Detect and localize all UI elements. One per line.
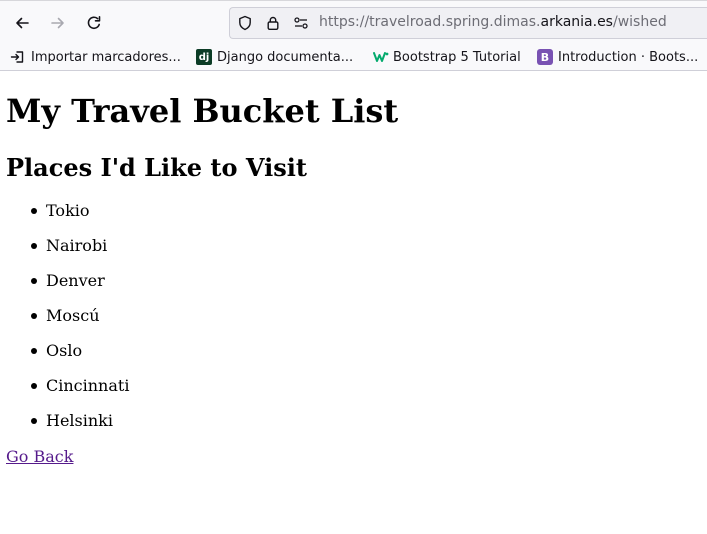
list-item: Moscú — [0, 304, 129, 339]
list-item: Denver — [0, 269, 129, 304]
place-name: Tokio — [46, 201, 90, 220]
bootstrap-icon: B — [537, 49, 553, 65]
list-item: Nairobi — [0, 234, 129, 269]
w3schools-icon — [373, 49, 389, 65]
bookmark-import[interactable]: Importar marcadores... — [10, 47, 181, 67]
bullet — [31, 278, 37, 284]
url-text[interactable]: https://travelroad.spring.dimas.arkania.… — [319, 14, 667, 30]
url-domain: arkania.es — [540, 14, 613, 30]
reload-icon — [87, 16, 101, 30]
import-bookmarks-icon — [10, 49, 26, 65]
lock-icon[interactable] — [265, 15, 281, 31]
reload-button[interactable] — [80, 9, 108, 37]
bookmark-label: Importar marcadores... — [31, 49, 181, 65]
forward-button[interactable] — [44, 9, 72, 37]
place-name: Denver — [46, 271, 105, 290]
place-name: Cincinnati — [46, 376, 130, 395]
list-item: Tokio — [0, 199, 129, 234]
list-item: Cincinnati — [0, 374, 129, 409]
place-name: Helsinki — [46, 411, 113, 430]
page-content: My Travel Bucket List Places I'd Like to… — [0, 71, 707, 534]
bookmark-label: Django documenta... — [217, 49, 354, 65]
bookmarks-toolbar: Importar marcadores... dj Django documen… — [0, 44, 707, 71]
bookmark-bootstrap-tutorial[interactable]: Bootstrap 5 Tutorial — [373, 47, 521, 67]
bookmark-bootstrap-intro[interactable]: B Introduction · Boots... — [537, 47, 698, 67]
place-name: Moscú — [46, 306, 100, 325]
permissions-icon[interactable] — [293, 15, 309, 31]
list-item: Helsinki — [0, 409, 129, 444]
url-path: /wished — [612, 14, 667, 30]
forward-arrow-icon — [51, 17, 64, 29]
places-list: Tokio Nairobi Denver Moscú Oslo Cincinna… — [0, 199, 129, 444]
bullet — [31, 418, 37, 424]
browser-toolbar: https://travelroad.spring.dimas.arkania.… — [0, 0, 707, 44]
bookmark-label: Introduction · Boots... — [558, 49, 699, 65]
place-name: Nairobi — [46, 236, 108, 255]
back-arrow-icon — [16, 17, 29, 29]
shield-icon[interactable] — [237, 15, 253, 31]
bullet — [31, 243, 37, 249]
django-icon: dj — [196, 49, 212, 65]
go-back-link[interactable]: Go Back — [6, 445, 73, 469]
url-prefix: https://travelroad.spring.dimas. — [319, 14, 541, 30]
list-item: Oslo — [0, 339, 129, 374]
back-button[interactable] — [8, 9, 36, 37]
page-subtitle: Places I'd Like to Visit — [6, 153, 307, 182]
bookmark-label: Bootstrap 5 Tutorial — [393, 49, 521, 65]
bullet — [31, 313, 37, 319]
bullet — [31, 208, 37, 214]
page-title: My Travel Bucket List — [6, 92, 399, 130]
bullet — [31, 348, 37, 354]
address-bar[interactable]: https://travelroad.spring.dimas.arkania.… — [229, 7, 707, 39]
bullet — [31, 383, 37, 389]
bookmark-django[interactable]: dj Django documenta... — [196, 47, 353, 67]
place-name: Oslo — [46, 341, 83, 360]
